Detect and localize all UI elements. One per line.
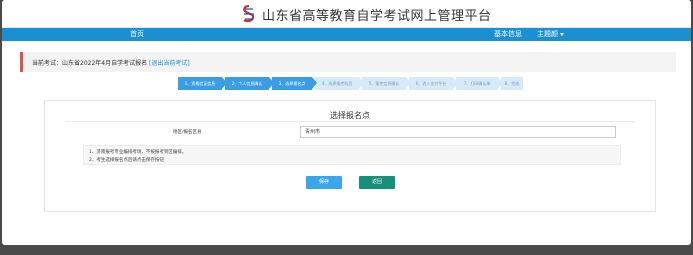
step-5: 5、报考信息确认 [362, 77, 411, 90]
chevron-down-icon [560, 32, 564, 36]
current-exam-label: 当前考试：山东省2022年4月自学考试报名 [32, 60, 148, 67]
top-navbar: 首页 基本信息 主题颜 [2, 28, 691, 41]
notes-box: 1、济南报考专业编排考场，不按报考到区编排。 2、考生选择报名点后请点击保存按钮 [83, 145, 621, 165]
step-2: 2、个人信息确认 [225, 77, 274, 90]
site-header: 山东省高等教育自学考试网上管理平台 [2, 0, 691, 28]
back-button[interactable]: 返回 [359, 176, 395, 189]
step-4: 4、选择报考科目 [315, 77, 364, 90]
nav-theme-label: 主题颜 [537, 30, 558, 38]
select-site-panel: 选择报名点 地区/报名区县 青州市 1、济南报考专业编排考场，不按报考到区编排。… [44, 100, 656, 212]
step-8: 8、完成 [501, 77, 523, 90]
region-field-label: 地区/报名区县 [173, 130, 202, 135]
current-exam-bar: 当前考试：山东省2022年4月自学考试报名 [退出当前考试] [20, 52, 676, 72]
nav-basic-info[interactable]: 基本信息 [494, 29, 522, 39]
nav-theme-dropdown[interactable]: 主题颜 [537, 29, 564, 39]
exit-exam-link[interactable]: [退出当前考试] [149, 60, 190, 67]
current-exam-text: 当前考试：山东省2022年4月自学考试报名 [退出当前考试] [32, 58, 190, 67]
step-1: 1、资格验证信息 [178, 77, 227, 90]
nav-home[interactable]: 首页 [130, 29, 144, 39]
note-line-2: 2、考生选择报名点后请点击保存按钮 [89, 158, 164, 163]
step-6: 6、进入支付平台 [409, 77, 458, 90]
step-7: 7、打印确认单 [456, 77, 503, 90]
save-button[interactable]: 保存 [306, 176, 342, 189]
region-select[interactable]: 青州市 [300, 126, 616, 138]
site-title: 山东省高等教育自学考试网上管理平台 [262, 9, 492, 24]
step-3: 3、选择报名点 [272, 77, 317, 90]
browser-window: 山东省高等教育自学考试网上管理平台 首页 基本信息 主题颜 当前考试：山东省20… [2, 0, 691, 245]
panel-title: 选择报名点 [330, 111, 370, 120]
sd-exam-logo-icon [243, 5, 255, 23]
note-line-1: 1、济南报考专业编排考场，不按报考到区编排。 [89, 150, 187, 155]
title-divider [65, 121, 635, 122]
